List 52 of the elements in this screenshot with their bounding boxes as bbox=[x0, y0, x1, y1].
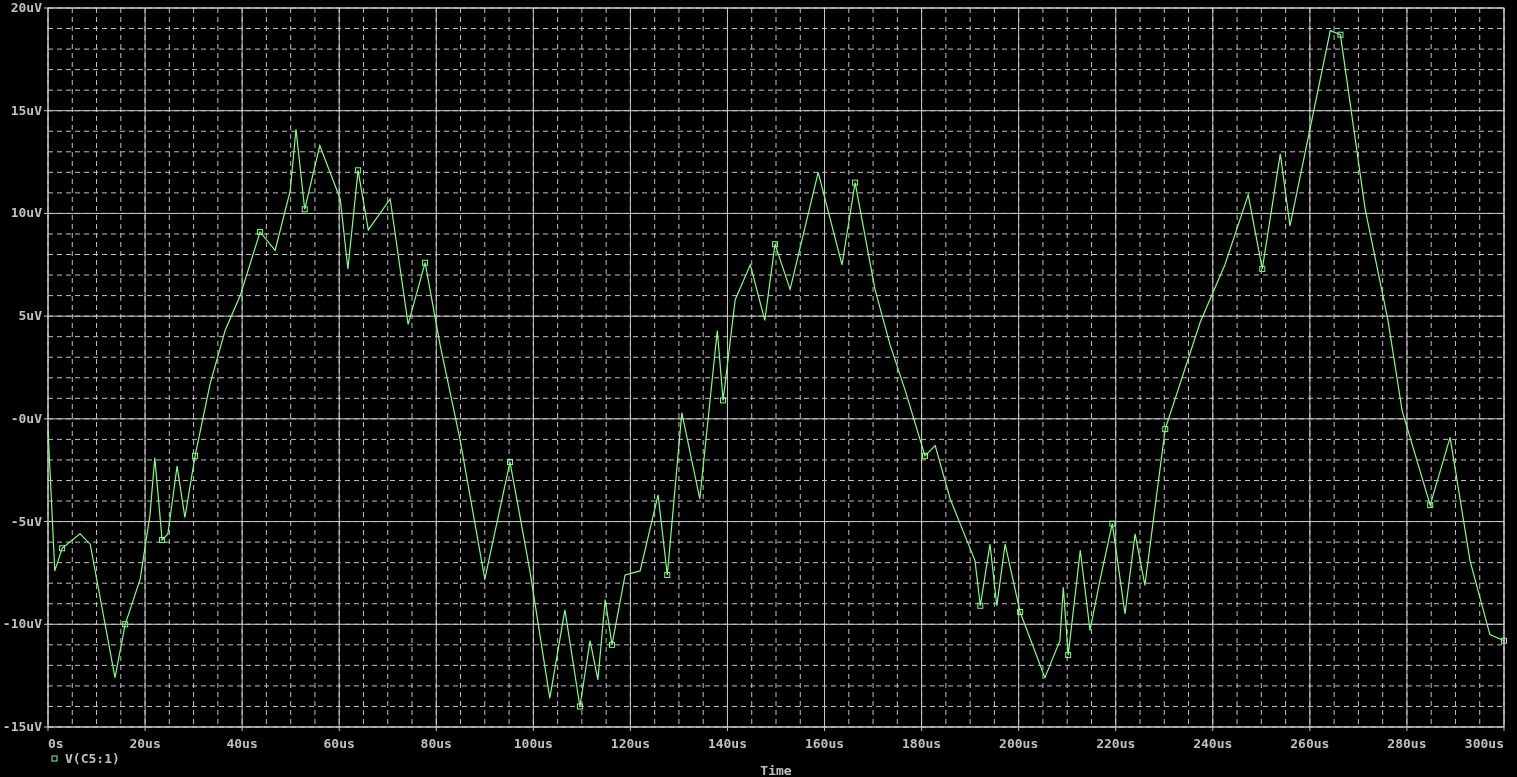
x-tick-label: 80us bbox=[420, 736, 452, 751]
point bbox=[977, 602, 984, 609]
legend-label: V(C5:1) bbox=[65, 751, 120, 766]
y-tick-label: 15uV bbox=[10, 102, 42, 118]
y-tick-label: -15uV bbox=[2, 719, 42, 734]
point bbox=[122, 621, 129, 628]
point bbox=[1017, 608, 1024, 615]
x-tick-label: 260us bbox=[1290, 736, 1330, 751]
point bbox=[576, 703, 583, 710]
x-tick-label: 0s bbox=[48, 736, 64, 751]
point bbox=[422, 259, 429, 266]
point bbox=[301, 206, 308, 213]
x-tick-label: 180us bbox=[902, 736, 942, 751]
x-tick-label: 280us bbox=[1387, 736, 1427, 751]
x-tick-label: 220us bbox=[1096, 736, 1136, 751]
point bbox=[507, 459, 514, 465]
point bbox=[720, 397, 727, 404]
x-tick-label: 240us bbox=[1193, 736, 1233, 751]
point bbox=[922, 452, 928, 459]
x-tick-label: 60us bbox=[323, 736, 355, 751]
point bbox=[1337, 31, 1344, 38]
legend-marker-icon bbox=[51, 755, 58, 762]
y-tick-label: 10uV bbox=[10, 205, 42, 221]
point bbox=[355, 167, 362, 174]
x-tick-label: 40us bbox=[226, 736, 258, 751]
point bbox=[1501, 637, 1507, 644]
x-axis-label: Time bbox=[760, 763, 792, 777]
y-tick-label: -5uV bbox=[10, 513, 42, 529]
y-tick-label: 20uV bbox=[10, 0, 42, 15]
x-tick-label: 140us bbox=[707, 736, 748, 751]
y-tick-label: -10uV bbox=[2, 616, 42, 632]
x-tick-label: 300us bbox=[1464, 736, 1504, 751]
point bbox=[192, 452, 199, 459]
y-tick-label: -0uV bbox=[10, 410, 42, 426]
point bbox=[1162, 426, 1169, 433]
point bbox=[852, 179, 859, 186]
x-tick-label: 160us bbox=[804, 736, 845, 751]
point bbox=[257, 228, 264, 235]
point bbox=[159, 537, 166, 544]
point bbox=[664, 571, 671, 578]
point bbox=[1065, 652, 1072, 659]
point bbox=[1259, 265, 1266, 272]
x-tick-label: 200us bbox=[999, 736, 1039, 751]
x-tick-label: 120us bbox=[610, 736, 650, 751]
point bbox=[59, 545, 66, 552]
point bbox=[1109, 520, 1116, 527]
y-tick-label: 5uV bbox=[18, 308, 42, 324]
point bbox=[772, 241, 779, 248]
x-tick-label: 20us bbox=[129, 736, 161, 751]
x-tick-label: 100us bbox=[513, 736, 553, 751]
point bbox=[1427, 502, 1434, 509]
point bbox=[608, 641, 615, 648]
